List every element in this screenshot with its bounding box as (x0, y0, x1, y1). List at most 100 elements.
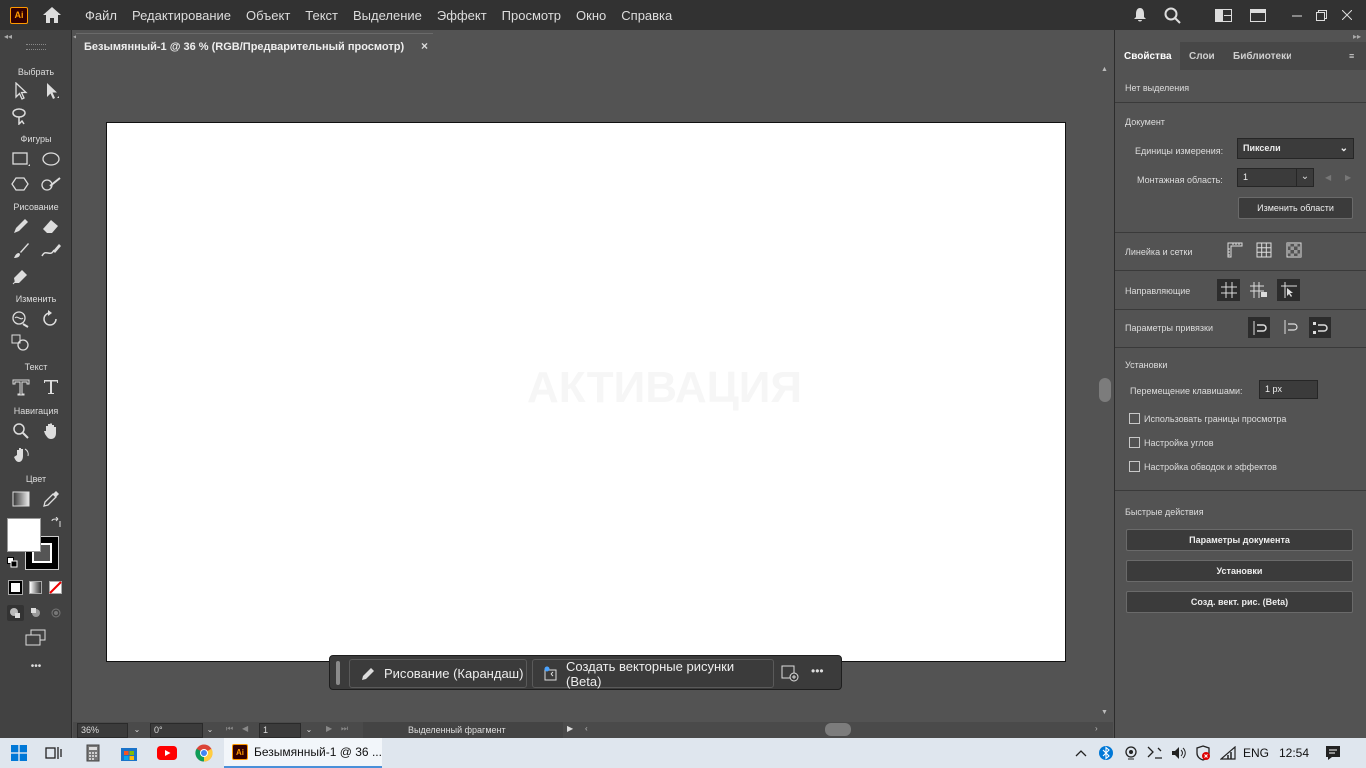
zoom-field[interactable]: 36% (77, 723, 128, 738)
keyboard-increment-input[interactable]: 1 px (1259, 380, 1318, 399)
show-hidden-icons-icon[interactable] (1072, 738, 1090, 768)
previous-artboard-panel-icon[interactable]: ◀ (1325, 173, 1331, 182)
next-artboard-panel-icon[interactable]: ▶ (1345, 173, 1351, 182)
notifications-icon[interactable] (1322, 738, 1344, 768)
horizontal-scroll-thumb[interactable] (825, 723, 851, 736)
rotation-field[interactable]: 0° (150, 723, 203, 738)
task-bar-more-icon[interactable]: ••• (811, 664, 824, 678)
generate-vectors-panel-button[interactable]: Созд. вект. рис. (Beta) (1126, 591, 1353, 613)
rotate-tool-icon[interactable] (39, 309, 63, 329)
blob-brush-tool-icon[interactable] (39, 241, 63, 261)
windows-start-icon[interactable] (8, 738, 30, 768)
close-icon[interactable] (1338, 0, 1356, 30)
type-tool-icon[interactable] (39, 377, 63, 397)
clock[interactable]: 12:54 (1277, 738, 1311, 768)
task-view-icon[interactable] (43, 738, 65, 768)
artboard-select[interactable]: 1 (1237, 168, 1297, 187)
panel-menu-icon[interactable]: ≡ (1349, 51, 1354, 61)
microsoft-store-icon[interactable] (118, 738, 140, 768)
menu-view[interactable]: Просмотр (502, 8, 561, 23)
default-colors-icon[interactable] (7, 557, 18, 568)
show-guides-icon[interactable] (1217, 279, 1240, 301)
draw-normal-icon[interactable] (7, 605, 24, 621)
status-menu-arrow-icon[interactable]: ▶ (567, 724, 573, 733)
webcam-icon[interactable] (1122, 738, 1140, 768)
bell-icon[interactable] (1130, 0, 1150, 30)
illustrator-app-icon[interactable]: Ai (10, 6, 28, 24)
scroll-right-icon[interactable]: › (1095, 724, 1098, 733)
tab-properties[interactable]: Свойства (1115, 42, 1181, 70)
status-selection-label[interactable]: Выделенный фрагмент (363, 722, 563, 738)
scroll-down-icon[interactable]: ▼ (1101, 709, 1108, 716)
document-setup-button[interactable]: Параметры документа (1126, 529, 1353, 551)
menu-type[interactable]: Текст (305, 8, 338, 23)
warp-tool-icon[interactable] (9, 309, 33, 329)
home-icon[interactable] (42, 6, 62, 24)
scroll-up-icon[interactable]: ▲ (1101, 66, 1108, 73)
artboard-number-field[interactable]: 1 (259, 723, 301, 738)
pencil-tool-icon[interactable] (9, 216, 33, 236)
calculator-icon[interactable] (82, 738, 104, 768)
taskbar-illustrator-button[interactable]: Ai Безымянный-1 @ 36 ... (224, 738, 382, 768)
ellipse-tool-icon[interactable] (39, 149, 63, 169)
units-dropdown[interactable]: Пиксели ⌄ (1237, 138, 1354, 159)
eraser-tool-icon[interactable] (39, 216, 63, 236)
tab-layers[interactable]: Слои (1180, 42, 1224, 70)
scale-strokes-checkbox[interactable] (1129, 461, 1140, 472)
color-mode-icon[interactable] (8, 580, 23, 595)
menu-effect[interactable]: Эффект (437, 8, 487, 23)
smart-guides-icon[interactable] (1277, 279, 1300, 301)
chrome-icon[interactable] (192, 738, 216, 768)
search-icon[interactable] (1162, 0, 1182, 30)
use-preview-bounds-checkbox[interactable] (1129, 413, 1140, 424)
screen-mode-icon[interactable] (25, 629, 47, 647)
first-artboard-icon[interactable]: ⏮ (226, 724, 233, 734)
swap-colors-icon[interactable] (50, 517, 62, 529)
hand-tool-icon[interactable] (39, 421, 63, 441)
collapse-arrows-icon[interactable]: ◂◂ (4, 32, 12, 41)
direct-selection-tool-icon[interactable] (40, 81, 64, 101)
preferences-button[interactable]: Установки (1126, 560, 1353, 582)
edit-artboards-button[interactable]: Изменить области (1238, 197, 1353, 219)
artboard-add-icon[interactable] (781, 665, 799, 682)
network-icon[interactable] (1145, 738, 1165, 768)
more-tools-icon[interactable]: ••• (0, 661, 72, 672)
shape-builder-tool-icon[interactable] (9, 333, 33, 353)
eyedropper-tool-icon[interactable] (39, 489, 63, 509)
close-tab-icon[interactable]: × (421, 39, 428, 53)
rulers-icon[interactable] (1227, 242, 1243, 258)
artboard[interactable]: АКТИВАЦИЯ (106, 122, 1066, 662)
paintbrush-tool-icon[interactable] (9, 241, 33, 261)
snap-to-glyph-icon[interactable] (1309, 317, 1331, 338)
generate-vectors-button[interactable]: Создать векторные рисунки (Beta) (532, 659, 774, 689)
wifi-icon[interactable] (1218, 738, 1238, 768)
menu-select[interactable]: Выделение (353, 8, 422, 23)
next-artboard-icon[interactable]: ▶ (326, 724, 332, 733)
arrange-documents-icon[interactable] (1213, 0, 1233, 30)
menu-help[interactable]: Справка (621, 8, 672, 23)
none-mode-icon[interactable] (49, 581, 62, 594)
grid-icon[interactable] (1256, 242, 1272, 258)
draw-behind-icon[interactable] (28, 605, 45, 621)
shaper-tool-icon[interactable] (39, 174, 63, 194)
scale-corners-checkbox[interactable] (1129, 437, 1140, 448)
document-tab[interactable]: Безымянный-1 @ 36 % (RGB/Предварительный… (76, 33, 433, 60)
artboard-dropdown-icon[interactable]: ⌄ (1296, 168, 1314, 187)
snap-to-pixel-icon[interactable] (1282, 320, 1298, 334)
youtube-icon[interactable] (155, 738, 179, 768)
type-on-path-tool-icon[interactable] (9, 377, 33, 397)
gradient-mode-icon[interactable] (29, 581, 42, 594)
vertical-scroll-thumb[interactable] (1099, 378, 1111, 402)
collapse-panel-icon[interactable]: ▸▸ (1353, 32, 1361, 41)
gradient-tool-icon[interactable] (9, 489, 33, 509)
menu-file[interactable]: Файл (85, 8, 117, 23)
previous-artboard-icon[interactable]: ◀ (242, 724, 248, 733)
draw-inside-icon[interactable] (48, 605, 65, 621)
restore-icon[interactable] (1312, 0, 1330, 30)
minimize-icon[interactable] (1288, 0, 1306, 30)
lock-guides-icon[interactable] (1250, 282, 1268, 298)
volume-icon[interactable] (1169, 738, 1189, 768)
fill-swatch[interactable] (7, 518, 41, 552)
rotate-view-tool-icon[interactable] (9, 445, 33, 465)
security-shield-icon[interactable] (1193, 738, 1213, 768)
